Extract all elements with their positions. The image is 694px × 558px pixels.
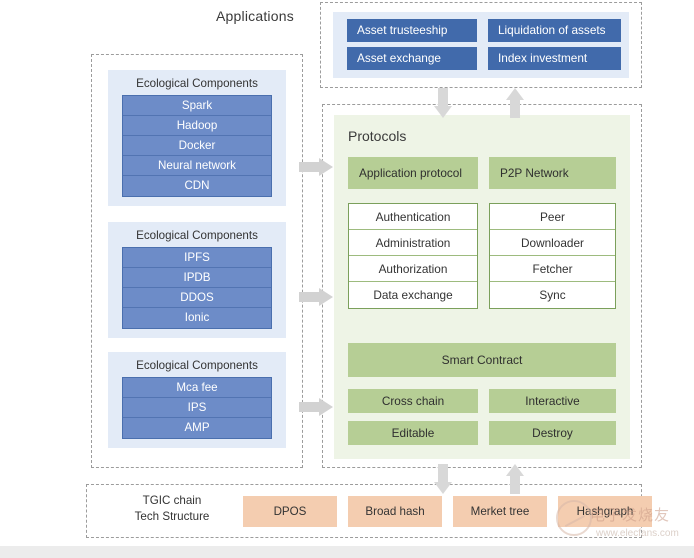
- list-item[interactable]: IPFS: [123, 248, 271, 268]
- protocols-panel: Protocols Application protocol P2P Netwo…: [334, 115, 630, 459]
- smart-contract-feature[interactable]: Cross chain: [348, 389, 478, 413]
- ecological-group-1: Ecological Components Spark Hadoop Docke…: [108, 70, 286, 206]
- list-item[interactable]: Authentication: [349, 204, 477, 230]
- list-item[interactable]: Docker: [123, 136, 271, 156]
- application-box[interactable]: Asset trusteeship: [347, 19, 477, 42]
- ecological-group-heading: Ecological Components: [136, 229, 258, 242]
- list-item[interactable]: Administration: [349, 230, 477, 256]
- list-item[interactable]: Fetcher: [490, 256, 615, 282]
- application-box[interactable]: Liquidation of assets: [488, 19, 621, 42]
- tgic-tech-box[interactable]: Hashgraph: [558, 496, 652, 527]
- ecological-group-3: Ecological Components Mca fee IPS AMP: [108, 352, 286, 448]
- ecological-group-2: Ecological Components IPFS IPDB DDOS Ion…: [108, 222, 286, 338]
- list-item[interactable]: DDOS: [123, 288, 271, 308]
- protocols-heading: Protocols: [348, 128, 407, 144]
- ecological-item-list: Spark Hadoop Docker Neural network CDN: [122, 95, 272, 197]
- tgic-tech-box[interactable]: Merket tree: [453, 496, 547, 527]
- page-title: Applications: [216, 8, 294, 24]
- application-box[interactable]: Index investment: [488, 47, 621, 70]
- ecological-item-list: Mca fee IPS AMP: [122, 377, 272, 439]
- smart-contract-feature[interactable]: Interactive: [489, 389, 616, 413]
- tgic-label-line2: Tech Structure: [134, 510, 210, 523]
- ecological-group-heading: Ecological Components: [136, 359, 258, 372]
- protocol-item-list: Authentication Administration Authorizat…: [348, 203, 478, 309]
- list-item[interactable]: Ionic: [123, 308, 271, 328]
- list-item[interactable]: CDN: [123, 176, 271, 196]
- list-item[interactable]: Hadoop: [123, 116, 271, 136]
- list-item[interactable]: Downloader: [490, 230, 615, 256]
- list-item[interactable]: Neural network: [123, 156, 271, 176]
- smart-contract-feature[interactable]: Destroy: [489, 421, 616, 445]
- arrow-down-icon: [434, 464, 452, 494]
- smart-contract-box[interactable]: Smart Contract: [348, 343, 616, 377]
- list-item[interactable]: Sync: [490, 282, 615, 308]
- list-item[interactable]: AMP: [123, 418, 271, 438]
- list-item[interactable]: Authorization: [349, 256, 477, 282]
- tgic-chain-label: TGIC chain Tech Structure: [117, 493, 227, 525]
- list-item[interactable]: Spark: [123, 96, 271, 116]
- protocol-column-header[interactable]: Application protocol: [348, 157, 478, 189]
- tgic-chain-panel: TGIC chain Tech Structure DPOS Broad has…: [92, 489, 652, 534]
- list-item[interactable]: Data exchange: [349, 282, 477, 308]
- tgic-tech-box[interactable]: DPOS: [243, 496, 337, 527]
- arrow-down-icon: [434, 88, 452, 118]
- tgic-tech-box[interactable]: Broad hash: [348, 496, 442, 527]
- arrow-right-icon: [299, 158, 333, 176]
- list-item[interactable]: Peer: [490, 204, 615, 230]
- list-item[interactable]: IPDB: [123, 268, 271, 288]
- ecological-group-heading: Ecological Components: [136, 77, 258, 90]
- ecological-item-list: IPFS IPDB DDOS Ionic: [122, 247, 272, 329]
- application-box[interactable]: Asset exchange: [347, 47, 477, 70]
- protocol-item-list: Peer Downloader Fetcher Sync: [489, 203, 616, 309]
- tgic-label-line1: TGIC chain: [142, 494, 202, 507]
- protocol-column-header[interactable]: P2P Network: [489, 157, 616, 189]
- arrow-up-icon: [506, 464, 524, 494]
- arrow-right-icon: [299, 398, 333, 416]
- smart-contract-feature[interactable]: Editable: [348, 421, 478, 445]
- arrow-up-icon: [506, 88, 524, 118]
- applications-panel: Asset trusteeship Liquidation of assets …: [333, 12, 629, 78]
- list-item[interactable]: Mca fee: [123, 378, 271, 398]
- arrow-right-icon: [299, 288, 333, 306]
- footer-bar: [0, 546, 694, 558]
- list-item[interactable]: IPS: [123, 398, 271, 418]
